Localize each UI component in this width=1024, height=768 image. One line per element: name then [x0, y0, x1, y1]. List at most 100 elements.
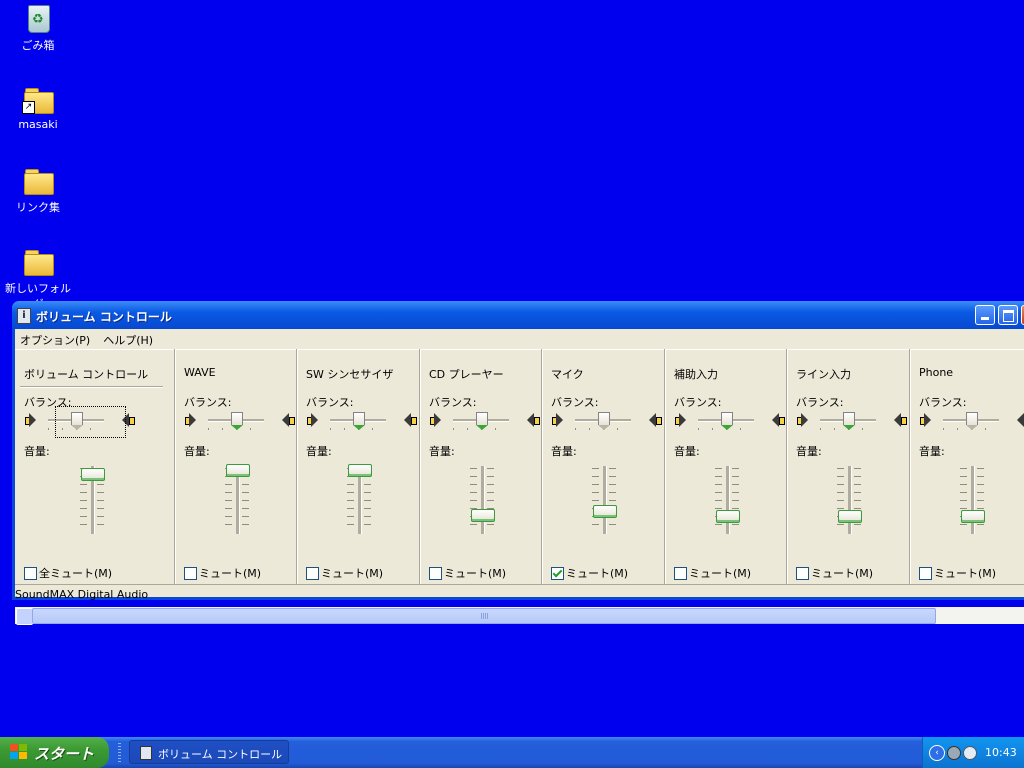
- speaker-right-icon: [282, 413, 295, 427]
- volume-slider-thumb[interactable]: [226, 464, 250, 478]
- channel-name: Phone: [919, 366, 954, 379]
- scroll-thumb[interactable]: [32, 608, 936, 624]
- taskbar-button-volume-control[interactable]: ボリューム コントロール: [129, 740, 289, 764]
- mute-checkbox[interactable]: ミュート(M): [184, 565, 261, 581]
- mute-label: ミュート(M): [811, 567, 874, 580]
- speaker-left-icon: [551, 413, 563, 427]
- speaker-right-icon: [527, 413, 540, 427]
- checkbox-box[interactable]: [674, 566, 687, 580]
- channel-name: SW シンセサイザ: [306, 368, 394, 381]
- desktop-icon-links[interactable]: リンク集: [0, 165, 76, 215]
- mute-label: ミュート(M): [444, 567, 507, 580]
- maximize-button[interactable]: [998, 305, 1018, 325]
- speaker-right-icon: [1017, 413, 1024, 427]
- checkbox-box[interactable]: [184, 566, 197, 580]
- app-icon[interactable]: i: [17, 308, 31, 324]
- checkbox-box[interactable]: [24, 566, 37, 580]
- mute-label: ミュート(M): [689, 567, 752, 580]
- balance-slider-thumb[interactable]: [843, 412, 855, 430]
- mute-checkbox[interactable]: ミュート(M): [306, 565, 383, 581]
- volume-slider-thumb[interactable]: [593, 505, 617, 519]
- desktop-icon-label: ごみ箱: [21, 39, 55, 52]
- balance-slider-thumb[interactable]: [353, 412, 365, 430]
- window-client: オプション(P) ヘルプ(H) ボリューム コントロール バランス: 音量: 全ミ…: [15, 329, 1024, 625]
- volume-slider-thumb[interactable]: [81, 467, 105, 481]
- volume-label: 音量:: [796, 445, 822, 458]
- channel-column: 補助入力 バランス: 音量: ミュート(M): [664, 349, 787, 584]
- volume-label: 音量:: [551, 445, 577, 458]
- checkbox-box[interactable]: [551, 566, 564, 580]
- volume-track[interactable]: [726, 466, 730, 534]
- volume-label: 音量:: [919, 445, 945, 458]
- clock[interactable]: 10:43: [985, 746, 1017, 759]
- checkbox-box[interactable]: [796, 566, 809, 580]
- app-icon: [140, 746, 152, 760]
- title-bar[interactable]: i ボリューム コントロール: [12, 301, 1024, 329]
- volume-slider-thumb[interactable]: [961, 509, 985, 523]
- tray-app-icon[interactable]: [947, 746, 961, 760]
- scroll-left-button[interactable]: [16, 608, 33, 625]
- horizontal-scrollbar[interactable]: [15, 607, 1024, 625]
- mute-label: ミュート(M): [199, 567, 262, 580]
- mute-label: 全ミュート(M): [39, 567, 113, 580]
- volume-slider-thumb[interactable]: [838, 509, 862, 523]
- channel-name: ボリューム コントロール: [24, 368, 149, 381]
- speaker-left-icon: [306, 413, 318, 427]
- volume-slider-thumb[interactable]: [716, 509, 740, 523]
- minimize-button[interactable]: [975, 305, 995, 325]
- mixer-panel: ボリューム コントロール バランス: 音量: 全ミュート(M) WAVE バランス:…: [15, 349, 1024, 584]
- windows-flag-icon: [10, 744, 28, 760]
- balance-control: [306, 407, 417, 435]
- speaker-left-icon: [919, 413, 931, 427]
- balance-slider-thumb[interactable]: [721, 412, 733, 430]
- channel-column: ライン入力 バランス: 音量: ミュート(M): [786, 349, 909, 584]
- show-hidden-icons-button[interactable]: ‹: [929, 745, 945, 761]
- volume-label: 音量:: [24, 445, 50, 458]
- volume-slider-thumb[interactable]: [348, 464, 372, 478]
- channel-column: マイク バランス: 音量: ミュート(M): [541, 349, 664, 584]
- checkbox-box[interactable]: [306, 566, 319, 580]
- taskbar-button-label: ボリューム コントロール: [158, 748, 283, 761]
- volume-label: 音量:: [306, 445, 332, 458]
- volume-label: 音量:: [674, 445, 700, 458]
- volume-control-window: i ボリューム コントロール オプション(P) ヘルプ(H) ボリューム コント…: [12, 301, 1024, 625]
- speaker-left-icon: [674, 413, 686, 427]
- speaker-left-icon: [24, 413, 36, 427]
- mute-checkbox[interactable]: ミュート(M): [919, 565, 996, 581]
- balance-slider-thumb[interactable]: [476, 412, 488, 430]
- volume-track[interactable]: [603, 466, 607, 534]
- volume-track[interactable]: [848, 466, 852, 534]
- grip-icon: [481, 613, 489, 619]
- channel-column: CD プレーヤー バランス: 音量: ミュート(M): [419, 349, 542, 584]
- balance-control: [674, 407, 785, 435]
- folder-icon: [22, 246, 54, 276]
- volume-track[interactable]: [971, 466, 975, 534]
- checkbox-box[interactable]: [919, 566, 932, 580]
- volume-track[interactable]: [481, 466, 485, 534]
- balance-control: [184, 407, 295, 435]
- mute-checkbox[interactable]: ミュート(M): [429, 565, 506, 581]
- menu-help[interactable]: ヘルプ(H): [98, 329, 161, 349]
- menu-options[interactable]: オプション(P): [15, 329, 98, 349]
- desktop-icon-label: masaki: [18, 118, 58, 131]
- desktop-icon-recycle-bin[interactable]: ♻ ごみ箱: [0, 3, 76, 53]
- start-button[interactable]: スタート: [0, 737, 109, 768]
- channel-column: WAVE バランス: 音量: ミュート(M): [174, 349, 297, 584]
- balance-slider-thumb[interactable]: [231, 412, 243, 430]
- volume-tray-icon[interactable]: [963, 746, 977, 760]
- channel-name: マイク: [551, 368, 584, 381]
- mute-checkbox[interactable]: ミュート(M): [796, 565, 873, 581]
- toolbar-grip[interactable]: [118, 743, 121, 763]
- mute-checkbox[interactable]: ミュート(M): [674, 565, 751, 581]
- checkbox-box[interactable]: [429, 566, 442, 580]
- speaker-left-icon: [429, 413, 441, 427]
- folder-shortcut-icon: ↗: [22, 84, 54, 114]
- balance-slider-thumb[interactable]: [598, 412, 610, 430]
- balance-slider-thumb[interactable]: [966, 412, 978, 430]
- desktop-icon-masaki[interactable]: ↗ masaki: [0, 84, 76, 131]
- mute-checkbox[interactable]: 全ミュート(M): [24, 565, 112, 581]
- volume-slider-thumb[interactable]: [471, 508, 495, 522]
- mute-checkbox[interactable]: ミュート(M): [551, 565, 628, 581]
- channel-name: CD プレーヤー: [429, 368, 504, 381]
- system-tray: ‹ 10:43: [922, 737, 1024, 768]
